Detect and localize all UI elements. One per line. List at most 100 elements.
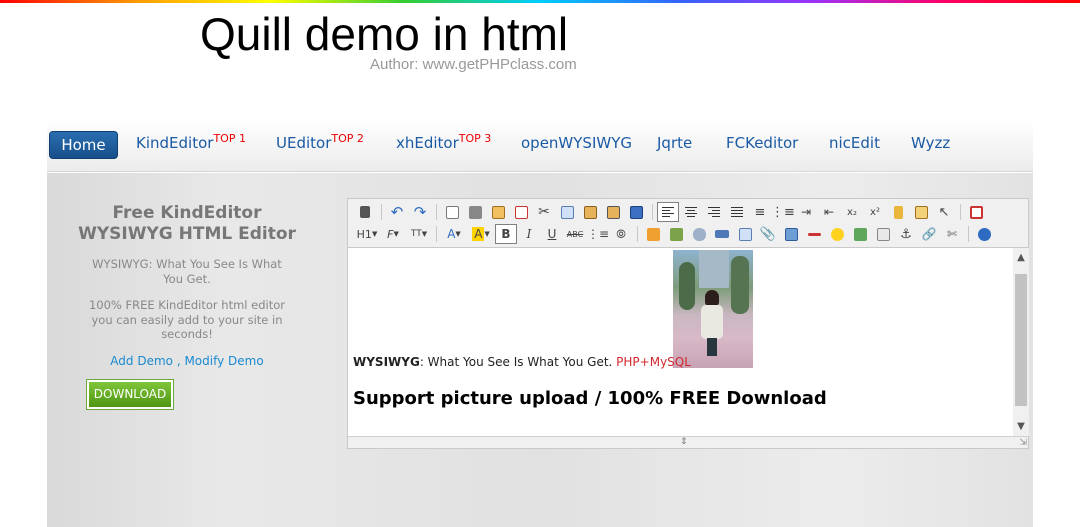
remove-format-icon[interactable]: ⦾ [610,224,632,244]
sidebar-links: Add Demo , Modify Demo [47,354,327,368]
code-icon[interactable] [510,202,532,222]
font-family-select[interactable]: F ▼ [380,228,406,241]
dropdown-arrow-icon: ▼ [421,230,428,238]
nav-item-kindeditor[interactable]: KindEditorTOP 1 [136,132,246,152]
unordered-list-icon[interactable]: ⋮≡ [771,202,795,222]
font-size-select[interactable]: TT ▼ [406,229,432,239]
source-icon[interactable] [354,202,376,222]
toolbar-separator [436,226,437,242]
unlink-icon[interactable]: ✄ [941,224,963,244]
table-icon[interactable] [780,224,802,244]
redo-icon[interactable]: ↷ [409,202,431,222]
toolbar-separator [960,204,961,220]
paste-icon[interactable] [579,202,601,222]
nav-home-button[interactable]: Home [49,131,118,159]
font-size-select-label: TT [410,229,422,239]
toolbar-separator [381,204,382,220]
sidebar-heading: Free KindEditor WYSIWYG HTML Editor [47,203,327,245]
author-credit: Author: www.getPHPclass.com [370,56,577,73]
resize-corner-icon[interactable]: ⇲ [1019,438,1027,448]
page-title: Quill demo in html [200,8,569,60]
nav-item-fckeditor[interactable]: FCKeditor [726,134,798,152]
editor-statusbar: ⇕ ⇲ [348,436,1028,448]
toolbar-separator [968,226,969,242]
subscript-icon[interactable]: x₂ [841,202,863,222]
baidu-map-icon[interactable] [849,224,871,244]
align-justify-icon[interactable] [726,202,748,222]
fullscreen-icon[interactable] [965,202,987,222]
clear-format-icon[interactable] [887,202,909,222]
scroll-down-icon[interactable]: ▼ [1013,419,1029,435]
cut-icon[interactable]: ✂ [533,202,555,222]
editor-headline: Support picture upload / 100% FREE Downl… [353,388,827,409]
print-icon[interactable] [464,202,486,222]
bold-icon[interactable]: B [495,224,517,244]
resize-grip-icon[interactable]: ⇕ [680,437,688,448]
scroll-up-icon[interactable]: ▲ [1013,250,1029,266]
multi-image-icon[interactable] [665,224,687,244]
paste-text-icon[interactable] [602,202,624,222]
link-separator: , [173,353,185,368]
preview-icon[interactable] [441,202,463,222]
paste-word-icon[interactable] [625,202,647,222]
sidebar-desc-free: 100% FREE KindEditor html editor you can… [88,298,286,341]
dropdown-arrow-icon: ▼ [371,230,378,238]
nav-item-label: KindEditor [136,134,214,152]
download-button[interactable]: DOWNLOAD [87,380,173,409]
nav-item-openwysiwyg[interactable]: openWYSIWYG [521,134,632,152]
add-demo-link[interactable]: Add Demo [110,354,173,368]
attachment-icon[interactable]: 📎 [757,224,779,244]
sentence-text: : What You See Is What You Get. [419,355,617,369]
flash-icon[interactable] [688,224,710,244]
line-height-icon[interactable]: ⋮≡ [587,224,609,244]
modify-demo-link[interactable]: Modify Demo [184,354,263,368]
undo-icon[interactable]: ↶ [386,202,408,222]
nav-item-ueditor[interactable]: UEditorTOP 2 [276,132,364,152]
font-color-icon[interactable]: A ▼ [441,224,467,244]
emoticon-icon[interactable] [826,224,848,244]
page-break-icon[interactable] [872,224,894,244]
sidebar-heading-line1: Free KindEditor [112,203,262,223]
link-icon[interactable]: 🔗 [918,224,940,244]
editor-toolbar: ↶ ↷ ✂ ≡ ⋮≡ ⇥ ⇤ x₂ x² ↖ H1 ▼ F ▼ TT ▼ A ▼… [348,199,1028,247]
nav-rank-badge: TOP 1 [213,132,246,145]
image-icon[interactable] [642,224,664,244]
scroll-thumb[interactable] [1015,274,1027,406]
anchor-icon[interactable]: ⚓ [895,224,917,244]
outdent-icon[interactable]: ⇤ [818,202,840,222]
select-all-icon[interactable]: ↖ [933,202,955,222]
indent-icon[interactable]: ⇥ [795,202,817,222]
dropdown-arrow-icon: ▼ [393,230,399,238]
align-center-icon[interactable] [680,202,702,222]
media-icon[interactable] [711,224,733,244]
align-right-icon[interactable] [703,202,725,222]
nav-item-nicedit[interactable]: nicEdit [829,134,880,152]
highlight-color-icon[interactable]: A ▼ [468,224,494,244]
underline-icon[interactable]: U [541,224,563,244]
italic-icon[interactable]: I [518,224,540,244]
help-icon[interactable] [973,224,995,244]
insert-file-icon[interactable] [734,224,756,244]
template-icon[interactable] [487,202,509,222]
toolbar-separator [436,204,437,220]
heading-select[interactable]: H1 ▼ [354,228,380,241]
toolbar-row-1: ↶ ↷ ✂ ≡ ⋮≡ ⇥ ⇤ x₂ x² ↖ [354,201,988,223]
editor-text-line: WYSIWYG: What You See Is What You Get. P… [353,355,691,369]
nav-item-wyzz[interactable]: Wyzz [911,134,950,152]
nav-item-label: xhEditor [396,134,459,152]
ordered-list-icon[interactable]: ≡ [749,202,771,222]
main-nav: Home KindEditorTOP 1 UEditorTOP 2 xhEdit… [47,120,1033,172]
quick-format-icon[interactable] [910,202,932,222]
superscript-icon[interactable]: x² [864,202,886,222]
nav-item-xheditor[interactable]: xhEditorTOP 3 [396,132,491,152]
editor-content-area[interactable]: WYSIWYG: What You See Is What You Get. P… [348,247,1013,436]
copy-icon[interactable] [556,202,578,222]
editor-scrollbar[interactable]: ▲ ▼ [1013,247,1029,436]
nav-rank-badge: TOP 2 [331,132,364,145]
align-left-icon[interactable] [657,202,679,222]
nav-item-jqrte[interactable]: Jqrte [657,134,692,152]
horizontal-rule-icon[interactable] [803,224,825,244]
toolbar-row-2: H1▼ F▼ TT▼ A▼ A▼ B I U ABC ⋮≡ ⦾ 📎 ⚓ � [354,223,996,245]
bold-term: WYSIWYG [353,355,420,369]
strikethrough-icon[interactable]: ABC [564,224,586,244]
